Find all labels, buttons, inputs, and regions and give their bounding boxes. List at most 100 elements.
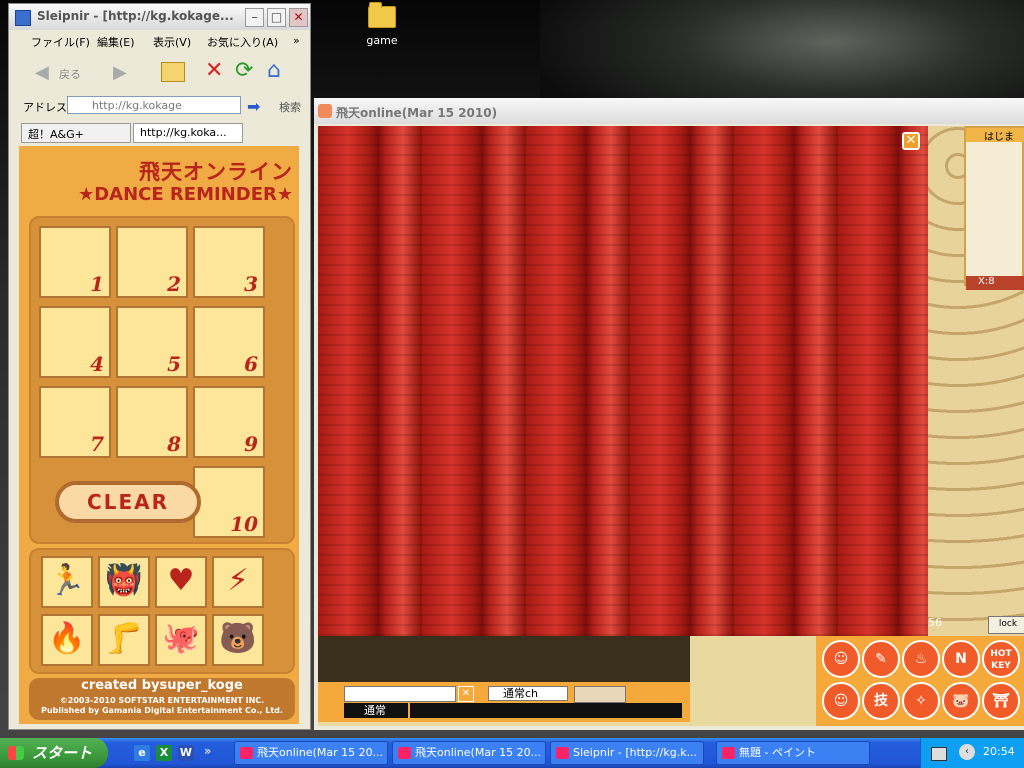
skill-shrine-icon[interactable]: ⛩ (982, 682, 1020, 720)
word-quicklaunch-icon[interactable]: W (178, 745, 194, 761)
skill-technique-icon[interactable]: 技 (862, 682, 900, 720)
close-button[interactable]: ✕ (289, 8, 308, 27)
grid-cell-2[interactable]: 2 (116, 226, 188, 298)
search-label[interactable]: 検索 (279, 99, 301, 115)
home-icon[interactable]: ⌂ (267, 58, 281, 83)
grid-cell-9[interactable]: 9 (193, 386, 265, 458)
menu-edit[interactable]: 編集(E) (97, 34, 135, 50)
cell-number: 4 (90, 352, 104, 376)
dance-demon-icon[interactable]: 👹 (98, 556, 150, 608)
sleipnir-window: Sleipnir - [http://kg.kokage... – □ ✕ ファ… (8, 3, 311, 730)
tray-expand-icon[interactable]: ‹ (959, 744, 975, 760)
skill-panel: ☺ ✎ ♨ N HOT KEY ☺ 技 ✧ 🐷 ⛩ (816, 636, 1024, 726)
dance-heart-icon[interactable]: ♥ (155, 556, 207, 608)
credit-panel: created bysuper_koge ©2003-2010 SOFTSTAR… (29, 678, 295, 720)
task-sleipnir[interactable]: Sleipnir - [http://kg.k... (550, 741, 704, 765)
emote-buttons[interactable] (574, 686, 626, 703)
clock[interactable]: 20:54 (983, 745, 1015, 758)
curtain-shading (318, 126, 928, 636)
folder-icon (368, 2, 396, 28)
dance-kick-icon[interactable]: 🦵 (98, 614, 150, 666)
nav-toolbar: ◀ 戻る ▶ ✕ ⟳ ⌂ (9, 52, 310, 92)
forward-arrow-icon[interactable]: ▶ (113, 62, 127, 83)
hotkey-button[interactable]: HOT KEY (982, 640, 1020, 678)
minimap[interactable] (964, 126, 1024, 286)
game-title-bar[interactable]: 飛天online(Mar 15 2010) (314, 98, 1024, 124)
game-viewport[interactable]: はじま X:8 ✕ 56 lock ✕ 通常ch 通常 ☺ ✎ ♨ N HOT … (318, 126, 1024, 726)
dance-bear-icon[interactable]: 🐻 (212, 614, 264, 666)
task-game-1[interactable]: 飛天online(Mar 15 20... (234, 741, 388, 765)
maximize-button[interactable]: □ (267, 8, 286, 27)
tab-ag[interactable]: 超！A&G+ (21, 123, 131, 143)
windows-logo-icon (8, 746, 24, 760)
dance-octopus-icon[interactable]: 🐙 (155, 614, 207, 666)
chat-mode[interactable]: 通常 (344, 703, 408, 718)
address-label: アドレス (23, 101, 67, 114)
menu-view[interactable]: 表示(V) (153, 34, 191, 50)
cell-number: 8 (167, 432, 181, 456)
skill-write-icon[interactable]: ✎ (862, 640, 900, 678)
tab-bar: 超！A&G+ http://kg.koka... (9, 121, 310, 145)
grid-cell-3[interactable]: 3 (193, 226, 265, 298)
desktop-icon-game[interactable]: game (360, 2, 404, 47)
folder-up-icon[interactable] (161, 62, 185, 82)
credit-author: created bysuper_koge (81, 678, 243, 693)
chat-text-field[interactable] (410, 703, 682, 718)
title-bar[interactable]: Sleipnir - [http://kg.kokage... – □ ✕ (9, 4, 310, 30)
menu-more[interactable]: » (293, 34, 300, 47)
grid-cell-5[interactable]: 5 (116, 306, 188, 378)
clear-chat-icon[interactable]: ✕ (458, 686, 474, 702)
credit-publisher: Published by Gamania Digital Entertainme… (41, 706, 283, 715)
keyboard-icon[interactable] (931, 747, 947, 761)
chat-log (318, 636, 690, 686)
clear-button[interactable]: CLEAR (55, 481, 201, 523)
chat-input[interactable] (344, 686, 456, 702)
menu-bar: ファイル(F) 編集(E) 表示(V) お気に入り(A) » (9, 31, 310, 51)
game-window-title: 飛天online(Mar 15 2010) (336, 106, 498, 120)
ie-quicklaunch-icon[interactable]: e (134, 745, 150, 761)
grid-cell-7[interactable]: 7 (39, 386, 111, 458)
grid-cell-10[interactable]: 10 (193, 466, 265, 538)
dance-flame-icon[interactable]: 🔥 (41, 614, 93, 666)
go-arrow-icon[interactable]: ➡ (247, 97, 260, 116)
refresh-icon[interactable]: ⟳ (235, 58, 253, 83)
cell-number: 1 (90, 272, 104, 296)
stop-icon[interactable]: ✕ (205, 58, 223, 83)
dance-run-icon[interactable]: 🏃 (41, 556, 93, 608)
back-arrow-icon[interactable]: ◀ (35, 62, 49, 83)
excel-quicklaunch-icon[interactable]: X (156, 745, 172, 761)
menu-file[interactable]: ファイル(F) (31, 34, 90, 50)
dance-header: 飛天オンライン ★DANCE REMINDER★ (19, 146, 299, 216)
dance-icon-panel: 🏃 👹 ♥ ⚡ 🔥 🦵 🐙 🐻 (29, 548, 295, 674)
skill-pet-icon[interactable]: 🐷 (942, 682, 980, 720)
dance-title: 飛天オンライン (139, 160, 293, 184)
close-curtain-button[interactable]: ✕ (902, 132, 920, 150)
cell-number: 7 (90, 432, 104, 456)
map-name-label: はじま (966, 128, 1024, 143)
cell-number: 9 (244, 432, 258, 456)
skill-face-icon[interactable]: ☺ (822, 640, 860, 678)
skill-star-icon[interactable]: ✧ (902, 682, 940, 720)
credit-copyright: ©2003-2010 SOFTSTAR ENTERTAINMENT INC. (59, 696, 265, 705)
dance-reminder-page: 飛天オンライン ★DANCE REMINDER★ 1 2 3 4 5 6 7 8… (19, 146, 299, 724)
grid-cell-8[interactable]: 8 (116, 386, 188, 458)
taskbar: スタート e X W » 飛天online(Mar 15 20... 飛天onl… (0, 738, 1024, 768)
grid-cell-6[interactable]: 6 (193, 306, 265, 378)
menu-favorites[interactable]: お気に入り(A) (207, 34, 278, 50)
cell-number: 6 (244, 352, 258, 376)
dance-dash-icon[interactable]: ⚡ (212, 556, 264, 608)
channel-select[interactable]: 通常ch (488, 686, 568, 701)
address-input[interactable]: http://kg.kokage (67, 96, 241, 114)
skill-compass-icon[interactable]: N (942, 640, 980, 678)
skill-character-icon[interactable]: ☺ (822, 682, 860, 720)
grid-cell-4[interactable]: 4 (39, 306, 111, 378)
quicklaunch-more-icon[interactable]: » (204, 744, 211, 758)
grid-cell-1[interactable]: 1 (39, 226, 111, 298)
minimize-button[interactable]: – (245, 8, 264, 27)
skill-bag-icon[interactable]: ♨ (902, 640, 940, 678)
lock-button[interactable]: lock (988, 616, 1024, 634)
tab-kokage[interactable]: http://kg.koka... (133, 123, 243, 143)
browser-icon (15, 10, 31, 26)
task-paint[interactable]: 無題 - ペイント (716, 741, 870, 765)
task-game-2[interactable]: 飛天online(Mar 15 20... (392, 741, 546, 765)
